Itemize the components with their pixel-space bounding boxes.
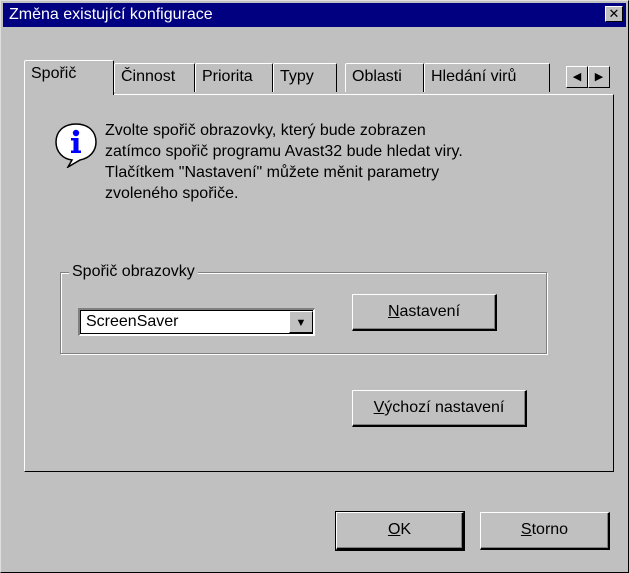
- mnemonic: S: [520, 521, 532, 538]
- tab-label: Oblasti: [352, 68, 402, 85]
- defaults-button[interactable]: Výchozí nastavení: [352, 390, 527, 427]
- tab-sporic[interactable]: Spořič: [24, 60, 114, 95]
- close-icon: ✕: [608, 6, 620, 21]
- mnemonic: N: [387, 303, 400, 320]
- button-label: ýchozí nastavení: [384, 399, 505, 416]
- tab-label: Spořič: [31, 65, 77, 82]
- chevron-down-icon: ▼: [295, 317, 307, 329]
- tab-hledani-viru[interactable]: Hledání virů: [424, 63, 550, 92]
- info-line: Tlačítkem "Nastavení" můžete měnit param…: [105, 164, 440, 181]
- tab-label: Hledání virů: [431, 68, 517, 85]
- arrow-right-icon: ▶: [594, 71, 604, 83]
- close-button[interactable]: ✕: [605, 6, 623, 22]
- tab-typy[interactable]: Typy: [273, 63, 337, 92]
- tab-oblasti[interactable]: Oblasti: [345, 63, 424, 92]
- info-line: zatímco spořič programu Avast32 bude hle…: [105, 143, 463, 160]
- cancel-button[interactable]: Storno: [480, 512, 610, 550]
- ok-button[interactable]: OK: [335, 511, 465, 551]
- button-label: K: [400, 521, 412, 538]
- tab-priorita[interactable]: Priorita: [195, 63, 273, 92]
- settings-button[interactable]: Nastavení: [352, 294, 497, 331]
- window-title: Změna existující konfigurace: [9, 6, 213, 23]
- title-bar[interactable]: Změna existující konfigurace ✕: [3, 3, 626, 27]
- mnemonic: O: [387, 521, 401, 538]
- tab-label: Činnost: [121, 68, 176, 85]
- info-line: zvoleného spořiče.: [105, 185, 239, 202]
- info-icon: [55, 123, 97, 168]
- tab-scroll-right-button[interactable]: ▶: [588, 66, 610, 88]
- dropdown-button[interactable]: ▼: [289, 311, 313, 333]
- arrow-left-icon: ◀: [572, 71, 582, 83]
- screensaver-select[interactable]: ScreenSaver ▼: [78, 308, 315, 336]
- tab-label: Typy: [280, 68, 314, 85]
- mnemonic: V: [373, 399, 385, 416]
- screensaver-selected-value: ScreenSaver: [86, 313, 179, 330]
- tab-scroll-left-button[interactable]: ◀: [566, 66, 588, 88]
- group-legend: Spořič obrazovky: [69, 262, 198, 282]
- tab-label: Priorita: [202, 68, 253, 85]
- tab-cinnost[interactable]: Činnost: [114, 63, 195, 92]
- button-label: torno: [531, 521, 569, 538]
- info-line: Zvolte spořič obrazovky, který bude zobr…: [105, 122, 426, 139]
- button-label: astavení: [399, 303, 461, 320]
- info-message: Zvolte spořič obrazovky, který bude zobr…: [105, 120, 565, 204]
